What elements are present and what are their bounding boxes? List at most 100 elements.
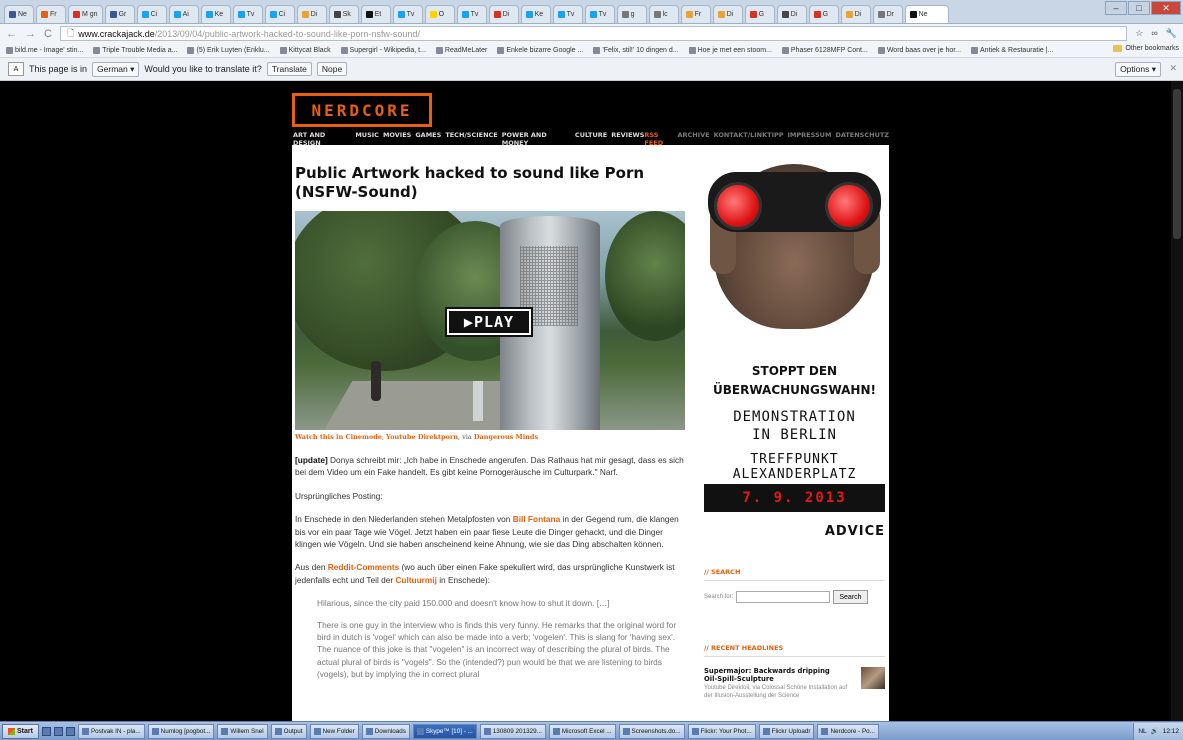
nav-item[interactable]: REVIEWS [611, 131, 644, 143]
taskbar-task[interactable]: New Folder [309, 723, 359, 739]
taskbar-task[interactable]: Screenshots.do... [618, 723, 685, 739]
quicklaunch-icon[interactable] [53, 726, 63, 736]
headline-thumbnail[interactable] [860, 667, 885, 689]
browser-tab[interactable]: Di [296, 5, 327, 23]
browser-tab[interactable]: Sk [328, 5, 359, 23]
browser-tab[interactable]: Dr [872, 5, 903, 23]
bookmark-item[interactable]: Enkele bizarre Google ... [497, 46, 583, 54]
bookmark-item[interactable]: Triple Trouble Media a... [93, 46, 177, 54]
minimize-button[interactable]: – [1105, 1, 1127, 15]
close-icon[interactable]: ✕ [1169, 63, 1177, 74]
star-icon[interactable]: ☆ [1135, 28, 1143, 39]
nav-item-secondary[interactable]: DATENSCHUTZ [835, 131, 889, 143]
browser-tab[interactable]: Ci [136, 5, 167, 23]
browser-tab[interactable]: g [616, 5, 647, 23]
caption-link-cinemode[interactable]: Watch this in Cinemode [295, 433, 382, 441]
taskbar-task[interactable]: Skype™ [10] - ... [412, 723, 477, 739]
browser-tab[interactable]: Ne [904, 5, 949, 23]
nav-item[interactable]: POWER AND MONEY [502, 131, 571, 147]
browser-tab[interactable]: Di [840, 5, 871, 23]
browser-tab[interactable]: O [424, 5, 455, 23]
bookmark-item[interactable]: Hoe je met een stoom... [688, 46, 772, 54]
rss-feed-link[interactable]: RSS FEED [644, 131, 673, 147]
nope-button[interactable]: Nope [316, 62, 348, 76]
reload-icon[interactable]: C [44, 28, 52, 40]
browser-tab[interactable]: Ke [200, 5, 231, 23]
browser-tab[interactable]: Ke [520, 5, 551, 23]
browser-tab[interactable]: Tv [456, 5, 487, 23]
caption-link-youtube[interactable]: Youtube Direktporn [386, 433, 458, 441]
site-logo[interactable]: NERDCORE [292, 93, 432, 127]
taskbar-task[interactable]: Willem Snel [217, 723, 268, 739]
browser-tab[interactable]: G [808, 5, 839, 23]
bookmark-item[interactable]: Kittycat Black [279, 46, 331, 54]
bookmark-item[interactable]: Word baas over je hor... [877, 46, 961, 54]
bookmark-item[interactable]: ReadMeLater [435, 46, 487, 54]
nav-item[interactable]: ART AND DESIGN [293, 131, 351, 147]
quicklaunch-icon[interactable] [41, 726, 51, 736]
headline-item[interactable]: Supermajor: Backwards dripping Oil-Spill… [704, 667, 885, 700]
extension-icon[interactable]: ∞ [1151, 28, 1157, 39]
maximize-button[interactable]: □ [1128, 1, 1150, 15]
bookmark-item[interactable]: Supergirl - Wikipedia, t... [340, 46, 426, 54]
browser-tab[interactable]: Tv [552, 5, 583, 23]
browser-tab[interactable]: Di [712, 5, 743, 23]
bookmark-item[interactable]: Antiek & Restauratie |... [971, 46, 1053, 54]
options-button[interactable]: Options ▾ [1115, 62, 1161, 77]
nav-item[interactable]: MOVIES [383, 131, 411, 143]
search-input[interactable] [736, 591, 831, 603]
browser-tab[interactable]: Fr [680, 5, 711, 23]
caption-link-dangerous-minds[interactable]: Dangerous Minds [474, 433, 538, 441]
bookmark-item[interactable]: 'Felix, stil!' 10 dingen d... [593, 46, 679, 54]
link-cultuurmij[interactable]: Cultuurmij [395, 575, 436, 585]
nav-item[interactable]: CULTURE [575, 131, 607, 143]
browser-tab[interactable]: Fr [36, 5, 66, 23]
language-select[interactable]: German ▾ [92, 61, 140, 77]
browser-tab[interactable]: lc [648, 5, 679, 23]
other-bookmarks[interactable]: Other bookmarks [1109, 45, 1179, 52]
browser-tab[interactable]: Ne [4, 5, 34, 23]
post-title[interactable]: Public Artwork hacked to sound like Porn… [295, 164, 688, 202]
browser-tab[interactable]: Tv [392, 5, 423, 23]
nav-item-secondary[interactable]: KONTAKT/LINKTIPP [714, 131, 784, 143]
url-field[interactable]: 🗋 www.crackajack.de/2013/09/04/public-ar… [59, 26, 1128, 41]
bookmark-item[interactable]: (5) Erik Luyten (Eriklu... [187, 46, 270, 54]
page-scrollbar[interactable] [1171, 81, 1183, 721]
wrench-icon[interactable]: 🔧 [1166, 28, 1177, 39]
taskbar-task[interactable]: Flickr: Your Phot... [687, 723, 756, 739]
browser-tab[interactable]: Di [776, 5, 807, 23]
play-button[interactable]: ▶ PLAY [447, 309, 531, 335]
browser-tab[interactable]: Ci [264, 5, 295, 23]
nav-item[interactable]: TECH/SCIENCE [445, 131, 497, 143]
taskbar-task[interactable]: 130809 201329... [479, 723, 546, 739]
browser-tab[interactable]: M gn [68, 5, 103, 23]
forward-icon[interactable]: → [25, 28, 36, 40]
volume-icon[interactable]: 🔊 [1151, 727, 1159, 735]
translate-button[interactable]: Translate [266, 62, 312, 76]
bookmark-item[interactable]: Phaser 6128MFP Cont... [781, 46, 868, 54]
browser-tab[interactable]: Di [488, 5, 519, 23]
back-icon[interactable]: ← [6, 28, 17, 40]
taskbar-task[interactable]: Downloads [361, 723, 410, 739]
link-reddit-comments[interactable]: Reddit-Comments [328, 562, 399, 572]
quicklaunch-icon[interactable] [65, 726, 75, 736]
language-indicator[interactable]: NL [1138, 728, 1146, 735]
browser-tab[interactable]: Et [360, 5, 391, 23]
nav-item-secondary[interactable]: IMPRESSUM [788, 131, 832, 143]
browser-tab[interactable]: Tv [232, 5, 263, 23]
video-embed[interactable]: ▶ PLAY [295, 211, 685, 430]
start-button[interactable]: Start [2, 723, 39, 739]
taskbar-task[interactable]: Postvak IN - pla... [77, 723, 145, 739]
search-button[interactable]: Search [833, 590, 868, 604]
browser-tab[interactable]: G [744, 5, 775, 23]
taskbar-task[interactable]: Numlog [pogbot... [147, 723, 215, 739]
taskbar-task[interactable]: Microsoft Excel ... [548, 723, 616, 739]
headline-title[interactable]: Supermajor: Backwards dripping Oil-Spill… [704, 667, 836, 683]
bookmark-item[interactable]: bild.me - Image' stin... [6, 46, 83, 54]
nav-item[interactable]: GAMES [415, 131, 441, 143]
browser-tab[interactable]: Tv [584, 5, 615, 23]
clock[interactable]: 12:12 [1163, 728, 1179, 735]
demo-ad-banner[interactable]: STOPPT DEN ÜBERWACHUNGSWAHN! DEMONSTRATI… [704, 164, 885, 552]
close-window-button[interactable]: ✕ [1151, 1, 1181, 15]
taskbar-task[interactable]: Nerdcore - Po... [817, 723, 879, 739]
